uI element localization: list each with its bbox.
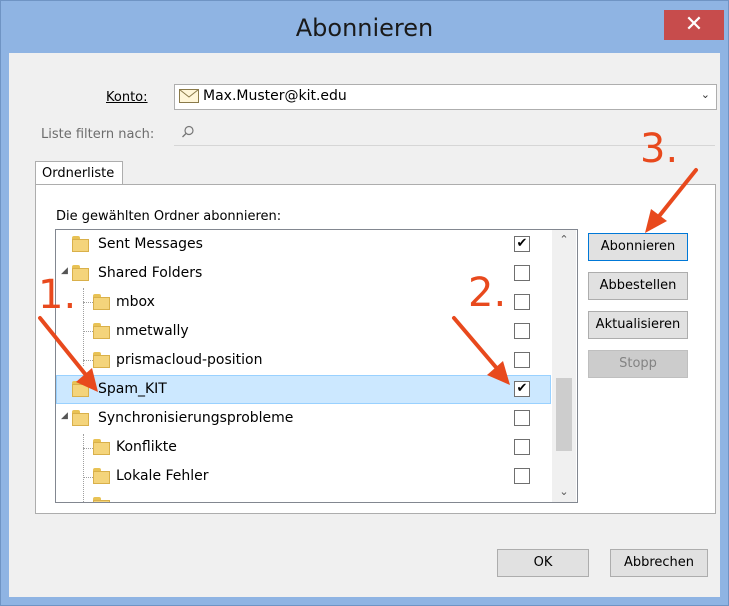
list-item-partial[interactable]	[56, 491, 551, 502]
list-caption: Die gewählten Ordner abonnieren:	[56, 209, 282, 224]
tab-ordnerliste-label: Ordnerliste	[42, 166, 115, 181]
folder-name: Shared Folders	[98, 265, 203, 281]
subscribe-button[interactable]: Abonnieren	[588, 233, 688, 261]
tab-ordnerliste[interactable]: Ordnerliste	[35, 161, 123, 186]
folder-icon	[93, 468, 110, 484]
subscribe-checkbox[interactable]	[514, 410, 530, 426]
close-button[interactable]: ✕	[664, 10, 724, 40]
chevron-down-icon[interactable]: ⌄	[701, 88, 710, 101]
folder-name: Lokale Fehler	[116, 468, 209, 484]
collapse-triangle-icon[interactable]: ◢	[61, 411, 68, 421]
folder-icon	[72, 410, 89, 426]
folder-icon	[93, 497, 110, 502]
title-bar: Abonnieren ✕	[1, 1, 728, 51]
list-item-selected[interactable]: Spam_KIT ✔	[56, 375, 551, 404]
account-value: Max.Muster@kit.edu	[203, 88, 347, 104]
cancel-button[interactable]: Abbrechen	[610, 549, 708, 577]
scroll-down-icon[interactable]: ⌄	[552, 482, 576, 502]
subscribe-checkbox[interactable]: ✔	[514, 381, 530, 397]
subscribe-checkbox[interactable]	[514, 265, 530, 281]
account-combobox[interactable]: Max.Muster@kit.edu ⌄	[174, 84, 717, 110]
folder-name: mbox	[116, 294, 155, 310]
subscribe-dialog: Abonnieren ✕ Konto: Max.Muster@kit.edu ⌄…	[0, 0, 729, 606]
account-label-text: Konto:	[106, 90, 148, 105]
subscribe-checkbox[interactable]	[514, 468, 530, 484]
annotation-step-3: 3.	[640, 126, 679, 172]
filter-input[interactable]	[174, 145, 715, 146]
scrollbar-thumb[interactable]	[556, 378, 572, 451]
subscribe-checkbox[interactable]	[514, 352, 530, 368]
annotation-step-2: 2.	[468, 270, 507, 316]
dialog-title: Abonnieren	[295, 14, 434, 42]
folder-name: prismacloud-position	[116, 352, 263, 368]
mail-account-icon	[179, 89, 199, 103]
subscribe-checkbox[interactable]	[514, 439, 530, 455]
folder-icon	[72, 236, 89, 252]
list-item[interactable]: ◢ Synchronisierungsprobleme	[56, 404, 551, 433]
list-scrollbar[interactable]: ⌃ ⌄	[552, 230, 576, 502]
folder-icon	[93, 352, 110, 368]
subscribe-checkbox[interactable]	[514, 294, 530, 310]
subscribe-checkbox[interactable]: ✔	[514, 236, 530, 252]
list-item[interactable]: Sent Messages ✔	[56, 230, 551, 259]
unsubscribe-button[interactable]: Abbestellen	[588, 272, 688, 300]
ok-button[interactable]: OK	[497, 549, 589, 577]
account-label: Konto:	[106, 90, 148, 105]
list-item[interactable]: prismacloud-position	[56, 346, 551, 375]
folder-icon	[93, 294, 110, 310]
scroll-up-icon[interactable]: ⌃	[552, 230, 576, 250]
folder-name: nmetwally	[116, 323, 189, 339]
search-icon[interactable]	[181, 125, 195, 139]
subscribe-checkbox[interactable]	[514, 323, 530, 339]
folder-icon	[72, 381, 89, 397]
folder-name: Sent Messages	[98, 236, 203, 252]
folder-icon	[93, 323, 110, 339]
folder-icon	[93, 439, 110, 455]
filter-label: Liste filtern nach:	[41, 127, 155, 142]
folder-name: Konflikte	[116, 439, 177, 455]
list-item[interactable]: Konflikte	[56, 433, 551, 462]
folder-name: Spam_KIT	[98, 381, 167, 397]
list-item[interactable]: Lokale Fehler	[56, 462, 551, 491]
list-item[interactable]: nmetwally	[56, 317, 551, 346]
annotation-step-1: 1.	[38, 272, 77, 318]
refresh-button[interactable]: Aktualisieren	[588, 311, 688, 339]
stop-button: Stopp	[588, 350, 688, 378]
dialog-body: Konto: Max.Muster@kit.edu ⌄ Liste filter…	[9, 53, 720, 597]
folder-name: Synchronisierungsprobleme	[98, 410, 294, 426]
